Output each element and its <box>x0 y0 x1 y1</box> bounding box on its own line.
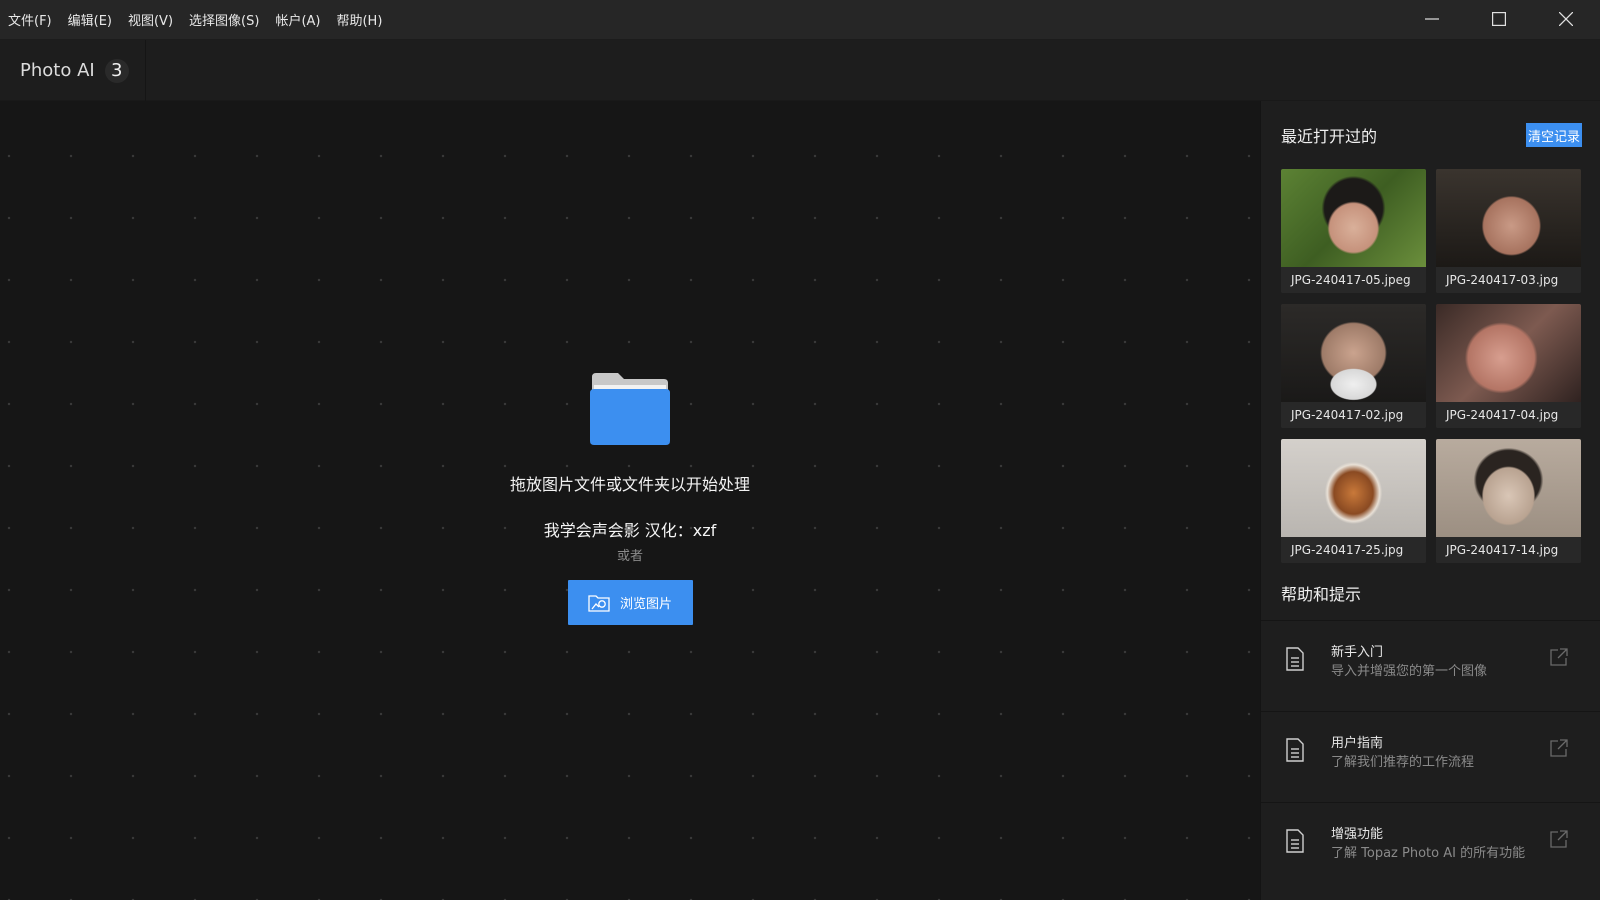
help-item-user-guide[interactable]: 用户指南 了解我们推荐的工作流程 <box>1261 711 1600 802</box>
thumbnail-image <box>1281 304 1426 402</box>
recent-file-card[interactable]: JPG-240417-14.jpg <box>1436 439 1581 563</box>
drop-canvas[interactable]: 拖放图片文件或文件夹以开始处理 我学会声会影 汉化：xzf 或者 浏览图片 <box>0 101 1260 900</box>
drop-instruction: 拖放图片文件或文件夹以开始处理 <box>509 475 750 494</box>
external-link-icon <box>1550 830 1568 848</box>
recent-file-card[interactable]: JPG-240417-03.jpg <box>1436 169 1581 293</box>
recent-file-card[interactable]: JPG-240417-05.jpeg <box>1281 169 1426 293</box>
menu-help[interactable]: 帮助(H) <box>336 10 382 29</box>
document-icon <box>1286 647 1304 671</box>
file-name: JPG-240417-25.jpg <box>1281 537 1426 563</box>
file-name: JPG-240417-14.jpg <box>1436 537 1581 563</box>
menu-view[interactable]: 视图(V) <box>128 10 173 29</box>
browse-images-button[interactable]: 浏览图片 <box>567 580 693 625</box>
recent-file-card[interactable]: JPG-240417-02.jpg <box>1281 304 1426 428</box>
help-item-description: 了解我们推荐的工作流程 <box>1331 755 1475 770</box>
help-item-title: 新手入门 <box>1331 645 1384 660</box>
maximize-button[interactable] <box>1465 0 1533 38</box>
minimize-icon <box>1425 18 1439 20</box>
menu-file[interactable]: 文件(F) <box>8 10 52 29</box>
close-icon <box>1559 12 1573 26</box>
thumbnail-image <box>1436 169 1581 267</box>
help-item-title: 用户指南 <box>1331 736 1384 751</box>
help-item-getting-started[interactable]: 新手入门 导入并增强您的第一个图像 <box>1261 620 1600 711</box>
clear-history-button[interactable]: 清空记录 <box>1526 123 1582 147</box>
external-link-icon <box>1550 739 1568 757</box>
close-button[interactable] <box>1532 0 1600 38</box>
thumbnail-image <box>1436 439 1581 537</box>
minimize-button[interactable] <box>1398 0 1466 38</box>
help-title: 帮助和提示 <box>1281 585 1362 604</box>
file-name: JPG-240417-04.jpg <box>1436 402 1581 428</box>
browse-label: 浏览图片 <box>619 597 672 612</box>
external-link-icon <box>1550 648 1568 666</box>
file-name: JPG-240417-03.jpg <box>1436 267 1581 293</box>
help-item-enhance-features[interactable]: 增强功能 了解 Topaz Photo AI 的所有功能 <box>1261 802 1600 893</box>
file-name: JPG-240417-05.jpeg <box>1281 267 1426 293</box>
folder-icon <box>590 373 670 445</box>
main-menu: 文件(F) 编辑(E) 视图(V) 选择图像(S) 帐户(A) 帮助(H) <box>8 0 382 38</box>
menu-bar: 文件(F) 编辑(E) 视图(V) 选择图像(S) 帐户(A) 帮助(H) <box>0 0 1600 40</box>
menu-account[interactable]: 帐户(A) <box>275 10 320 29</box>
thumbnail-image <box>1281 439 1426 537</box>
recent-file-card[interactable]: JPG-240417-04.jpg <box>1436 304 1581 428</box>
app-brand: Photo AI 3 <box>0 40 146 101</box>
maximize-icon <box>1492 12 1506 26</box>
help-item-description: 了解 Topaz Photo AI 的所有功能 <box>1331 846 1526 861</box>
localization-credit: 我学会声会影 汉化：xzf <box>543 521 717 540</box>
image-folder-icon <box>588 594 610 612</box>
file-name: JPG-240417-02.jpg <box>1281 402 1426 428</box>
drop-zone: 拖放图片文件或文件夹以开始处理 我学会声会影 汉化：xzf 或者 浏览图片 <box>430 371 830 625</box>
menu-select-image[interactable]: 选择图像(S) <box>189 10 259 29</box>
recent-title: 最近打开过的 <box>1281 127 1378 146</box>
thumbnail-image <box>1281 169 1426 267</box>
help-item-title: 增强功能 <box>1331 827 1384 842</box>
side-panel: 最近打开过的 清空记录 JPG-240417-05.jpeg JPG-24041… <box>1260 101 1600 900</box>
recent-file-card[interactable]: JPG-240417-25.jpg <box>1281 439 1426 563</box>
app-version-badge: 3 <box>104 58 129 83</box>
menu-edit[interactable]: 编辑(E) <box>68 10 112 29</box>
document-icon <box>1286 829 1304 853</box>
thumbnail-image <box>1436 304 1581 402</box>
help-item-description: 导入并增强您的第一个图像 <box>1331 664 1488 679</box>
document-icon <box>1286 738 1304 762</box>
app-name: Photo AI <box>20 60 95 81</box>
or-separator: 或者 <box>616 549 643 564</box>
title-strip: Photo AI 3 <box>0 40 1600 101</box>
